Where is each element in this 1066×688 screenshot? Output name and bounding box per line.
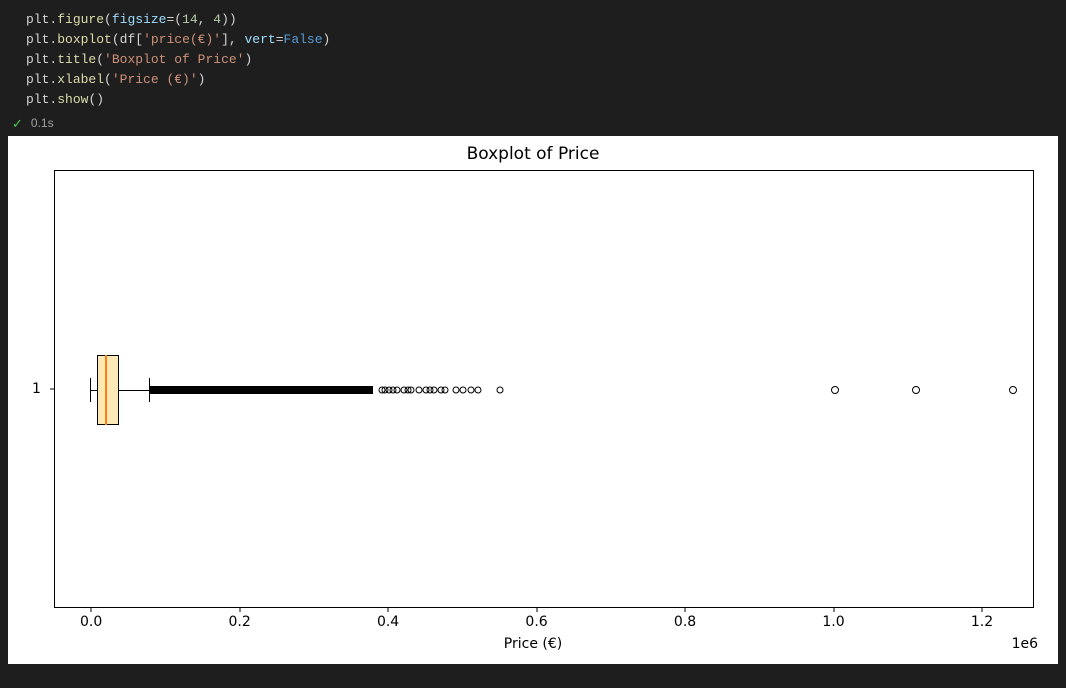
xtick-label: 0.0 (80, 614, 102, 630)
ytick-label: 1 (32, 381, 41, 397)
boxplot-outlier (441, 387, 448, 394)
code-token: plt (26, 12, 49, 27)
boxplot-outlier (452, 387, 459, 394)
xtick-label: 1.2 (971, 614, 993, 630)
code-token: 'price(€)' (143, 32, 221, 47)
boxplot-outlier (393, 387, 400, 394)
boxplot-outlier (415, 387, 422, 394)
boxplot-outlier (1009, 386, 1017, 394)
xtick-mark (685, 608, 686, 612)
boxplot-outlier (831, 386, 839, 394)
code-token: figure (57, 12, 104, 27)
execution-duration: 0.1s (31, 116, 54, 130)
xtick-mark (239, 608, 240, 612)
matplotlib-figure: Boxplot of Price 1 Price (€) 1e6 0.0 0.2 0… (8, 136, 1058, 664)
boxplot-outlier (475, 387, 482, 394)
boxplot-outlier (408, 387, 415, 394)
code-editor[interactable]: plt.figure(figsize=(14, 4)) plt.boxplot(… (8, 8, 1058, 112)
code-token: figsize (112, 12, 167, 27)
boxplot-outliers-dense (149, 386, 373, 394)
code-token: plt (26, 52, 49, 67)
code-token: plt (26, 92, 49, 107)
xtick-mark (536, 608, 537, 612)
boxplot-outlier (460, 387, 467, 394)
code-token: False (284, 32, 323, 47)
xtick-mark (982, 608, 983, 612)
boxplot-outlier (912, 386, 920, 394)
boxplot-median (105, 355, 107, 425)
code-token: plt (26, 32, 49, 47)
boxplot-whisker-low (90, 390, 97, 391)
code-token: df (120, 32, 136, 47)
xtick-label: 0.8 (674, 614, 696, 630)
xtick-mark (833, 608, 834, 612)
chart-axes (54, 170, 1034, 608)
xtick-label: 1.0 (822, 614, 844, 630)
x-axis-offset: 1e6 (1012, 636, 1038, 652)
chart-title: Boxplot of Price (8, 144, 1058, 164)
xtick-mark (388, 608, 389, 612)
code-cell: plt.figure(figsize=(14, 4)) plt.boxplot(… (0, 0, 1066, 136)
xtick-label: 0.2 (228, 614, 250, 630)
ytick-mark (50, 389, 54, 390)
boxplot-outlier (467, 387, 474, 394)
code-token: show (57, 92, 88, 107)
xtick-label: 0.6 (525, 614, 547, 630)
boxplot-whisker-high (119, 390, 149, 391)
code-token: vert (244, 32, 275, 47)
boxplot-outlier (430, 387, 437, 394)
code-token: boxplot (57, 32, 112, 47)
code-token: 'Boxplot of Price' (104, 52, 244, 67)
boxplot-cap-low (90, 378, 91, 402)
boxplot-outlier (497, 387, 504, 394)
code-token: 14 (182, 12, 198, 27)
x-axis-label: Price (€) (8, 636, 1058, 652)
xtick-mark (91, 608, 92, 612)
code-token: xlabel (57, 72, 104, 87)
code-token: plt (26, 72, 49, 87)
code-token: 4 (213, 12, 221, 27)
boxplot-box (97, 355, 119, 425)
xtick-label: 0.4 (377, 614, 399, 630)
code-token: 'Price (€)' (112, 72, 198, 87)
success-check-icon: ✓ (12, 117, 23, 130)
cell-output: Boxplot of Price 1 Price (€) 1e6 0.0 0.2 0… (0, 136, 1066, 672)
execution-status: ✓ 0.1s (8, 112, 1058, 136)
code-token: title (57, 52, 96, 67)
